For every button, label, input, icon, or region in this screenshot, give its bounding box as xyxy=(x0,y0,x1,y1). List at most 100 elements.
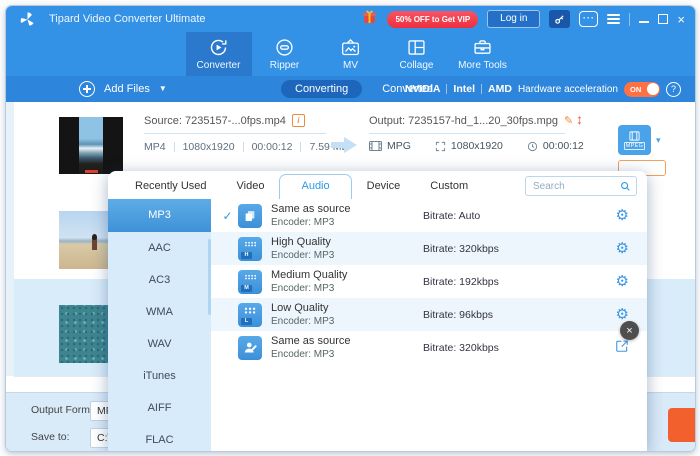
hardware-acceleration-zone: NVIDIA Intel AMD Hardware acceleration O… xyxy=(405,76,681,102)
profile-list: ✓ Same as source Encoder: MP3 Bitrate: A… xyxy=(211,199,647,451)
copy-pages-icon xyxy=(238,204,262,228)
profile-row-high-quality[interactable]: H High Quality Encoder: MP3 Bitrate: 320… xyxy=(211,232,647,265)
vip-offer-badge[interactable]: 50% OFF to Get VIP xyxy=(387,11,478,28)
user-profile-icon xyxy=(238,336,262,360)
toolbox-icon xyxy=(472,37,493,58)
register-key-button[interactable] xyxy=(549,10,570,28)
sidebar-item-aiff[interactable]: AIFF xyxy=(108,392,211,424)
sidebar-item-itunes[interactable]: iTunes xyxy=(108,360,211,392)
save-to-label: Save to: xyxy=(31,431,70,443)
chevron-down-icon: ▼ xyxy=(159,85,167,93)
format-panel-body: MP3 AAC AC3 WMA WAV iTunes AIFF FLAC ✓ xyxy=(108,199,647,451)
output-format-button[interactable]: MPEG xyxy=(618,125,651,155)
maximize-button[interactable] xyxy=(658,14,668,24)
output-file-label: Output: 7235157-hd_1...20_30fps.mpg ✎ xyxy=(369,114,573,127)
check-icon: ✓ xyxy=(217,209,238,223)
tab-ripper[interactable]: Ripper xyxy=(252,32,318,76)
search-icon[interactable] xyxy=(620,181,631,192)
gear-icon[interactable]: ⚙ xyxy=(616,208,629,223)
titlebar-separator xyxy=(629,13,630,26)
key-icon xyxy=(554,14,565,25)
convert-all-button[interactable] xyxy=(668,408,696,442)
sidebar-item-aac[interactable]: AAC xyxy=(108,232,211,264)
film-icon xyxy=(369,141,382,151)
tab-recently-used[interactable]: Recently Used xyxy=(120,180,222,199)
edit-profile-icon[interactable] xyxy=(615,339,629,356)
sidebar-item-wma[interactable]: WMA xyxy=(108,296,211,328)
source-divider xyxy=(144,133,326,134)
profile-row-medium-quality[interactable]: M Medium Quality Encoder: MP3 Bitrate: 1… xyxy=(211,265,647,298)
help-icon[interactable]: ? xyxy=(666,82,681,97)
hw-accel-toggle[interactable]: ON xyxy=(624,82,660,97)
hw-accel-label: Hardware acceleration xyxy=(518,84,618,95)
feedback-icon[interactable]: ··· xyxy=(579,11,598,27)
login-button[interactable]: Log in xyxy=(487,10,540,28)
hamburger-menu-icon[interactable] xyxy=(607,14,620,24)
tab-device[interactable]: Device xyxy=(352,180,416,199)
mv-icon xyxy=(340,37,361,58)
profile-row-same-as-source[interactable]: ✓ Same as source Encoder: MP3 Bitrate: A… xyxy=(211,199,647,232)
output-divider xyxy=(369,133,565,134)
tab-collage[interactable]: Collage xyxy=(384,32,450,76)
source-meta: MP4 1080x1920 00:00:12 7.59 MB xyxy=(144,141,349,153)
quality-grid-icon: M xyxy=(238,270,262,294)
sidebar-item-flac[interactable]: FLAC xyxy=(108,424,211,451)
source-file-label: Source: 7235157-...0fps.mp4 i xyxy=(144,114,305,127)
tab-video[interactable]: Video xyxy=(222,180,280,199)
gift-icon[interactable] xyxy=(361,9,378,30)
tab-more-tools[interactable]: More Tools xyxy=(450,32,516,76)
minimize-button[interactable] xyxy=(639,21,649,23)
converter-icon xyxy=(208,37,229,58)
convert-arrow-icon xyxy=(329,134,359,161)
format-panel: Recently Used Video Audio Device Custom … xyxy=(108,171,647,451)
app-title: Tipard Video Converter Ultimate xyxy=(49,13,206,25)
tab-audio[interactable]: Audio xyxy=(279,174,351,199)
sidebar-item-ac3[interactable]: AC3 xyxy=(108,264,211,296)
format-file-icon xyxy=(629,131,640,141)
quality-grid-icon: H xyxy=(238,237,262,261)
tipard-logo-icon xyxy=(19,11,36,28)
ripper-icon xyxy=(274,37,295,58)
format-search xyxy=(525,176,637,196)
gear-icon[interactable]: ⚙ xyxy=(616,241,629,256)
plus-icon xyxy=(79,81,95,97)
sub-toolbar: Add Files ▼ Converting Converted NVIDIA … xyxy=(6,76,695,102)
tab-converting[interactable]: Converting xyxy=(281,80,362,98)
main-nav: Converter Ripper MV Collage xyxy=(6,32,695,76)
nvidia-label: NVIDIA xyxy=(405,83,441,95)
sidebar-item-mp3[interactable]: MP3 xyxy=(108,199,211,232)
gear-icon[interactable]: ⚙ xyxy=(616,274,629,289)
resolution-icon xyxy=(435,141,446,152)
profile-row-custom-same-as-source[interactable]: Same as source Encoder: MP3 Bitrate: 320… xyxy=(211,331,647,364)
tab-converter[interactable]: Converter xyxy=(186,32,252,76)
format-caret-icon[interactable]: ▾ xyxy=(656,135,661,146)
collage-icon xyxy=(406,37,427,58)
app-window: Tipard Video Converter Ultimate 50% OFF … xyxy=(5,5,696,452)
clock-icon xyxy=(527,141,538,152)
search-input[interactable] xyxy=(531,180,616,193)
left-gutter xyxy=(6,102,14,376)
screen: Tipard Video Converter Ultimate 50% OFF … xyxy=(0,0,700,456)
amd-label: AMD xyxy=(488,83,512,95)
gear-icon[interactable]: ⚙ xyxy=(616,307,629,322)
output-meta: MPG 1080x1920 00:00:12 xyxy=(369,140,584,152)
panel-close-icon[interactable]: × xyxy=(620,321,639,340)
titlebar: Tipard Video Converter Ultimate 50% OFF … xyxy=(6,6,695,32)
titlebar-actions: 50% OFF to Get VIP Log in ··· × xyxy=(361,9,685,30)
intel-label: Intel xyxy=(453,83,475,95)
progress-mark xyxy=(85,170,98,173)
audio-format-sidebar: MP3 AAC AC3 WMA WAV iTunes AIFF FLAC xyxy=(108,199,211,451)
rename-icon[interactable]: ✎ xyxy=(564,114,573,127)
sidebar-scrollbar[interactable] xyxy=(208,239,211,315)
video-thumbnail-1[interactable] xyxy=(59,117,123,174)
quality-grid-icon: L xyxy=(238,303,262,327)
close-button[interactable]: × xyxy=(677,13,685,26)
move-updown-icon[interactable]: ↕ xyxy=(576,111,583,127)
add-files-button[interactable]: Add Files ▼ xyxy=(79,81,167,97)
format-panel-tabs: Recently Used Video Audio Device Custom xyxy=(108,171,647,199)
tab-custom[interactable]: Custom xyxy=(415,180,483,199)
sidebar-item-wav[interactable]: WAV xyxy=(108,328,211,360)
profile-row-low-quality[interactable]: L Low Quality Encoder: MP3 Bitrate: 96kb… xyxy=(211,298,647,331)
info-icon[interactable]: i xyxy=(292,114,305,127)
tab-mv[interactable]: MV xyxy=(318,32,384,76)
